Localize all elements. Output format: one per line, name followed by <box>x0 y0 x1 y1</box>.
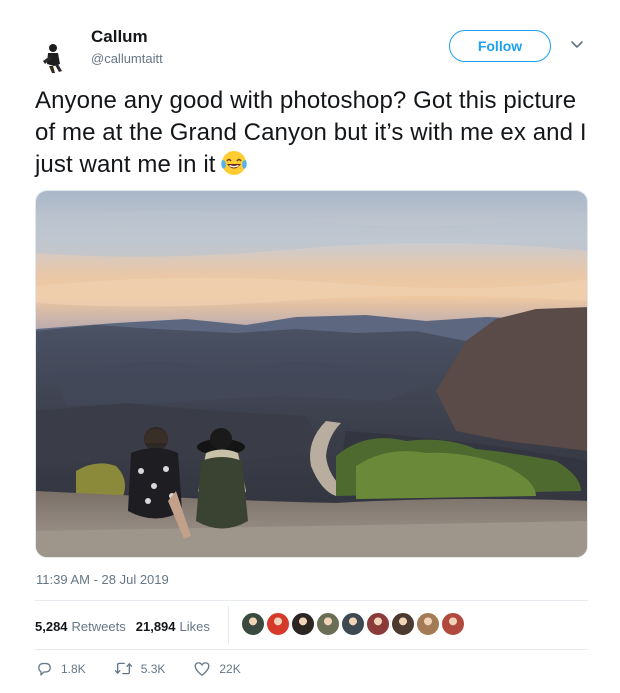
avatar-icon <box>40 42 68 74</box>
avatar[interactable] <box>40 42 68 74</box>
tweet-actions: 1.8K 5.3K 22K <box>36 660 269 677</box>
liker-avatar[interactable] <box>340 611 366 637</box>
tweet-photo[interactable] <box>35 190 588 558</box>
liker-avatar[interactable] <box>240 611 266 637</box>
liker-avatar[interactable] <box>440 611 466 637</box>
liker-avatar[interactable] <box>390 611 416 637</box>
user-handle[interactable]: @callumtaitt <box>91 51 163 66</box>
reply-button[interactable]: 1.8K <box>36 660 86 677</box>
tweet-text: Anyone any good with photoshop? Got this… <box>35 85 595 181</box>
retweet-icon <box>114 662 132 675</box>
chevron-down-icon[interactable] <box>569 38 585 52</box>
tweet-stats: 5,284 Retweets 21,894 Likes <box>35 608 210 644</box>
display-name[interactable]: Callum <box>91 27 148 47</box>
likes-stat[interactable]: 21,894 Likes <box>136 619 210 634</box>
reply-count: 1.8K <box>61 661 86 676</box>
liker-avatar[interactable] <box>290 611 316 637</box>
retweet-count: 5.3K <box>140 661 166 676</box>
divider <box>35 649 588 650</box>
likes-count: 21,894 <box>135 618 176 634</box>
retweets-count: 5,284 <box>35 618 68 634</box>
grand-canyon-photo <box>36 191 587 557</box>
liker-avatar[interactable] <box>415 611 441 637</box>
retweets-stat[interactable]: 5,284 Retweets <box>35 619 126 634</box>
liker-avatar[interactable] <box>315 611 341 637</box>
tweet-body: Anyone any good with photoshop? Got this… <box>35 87 587 178</box>
liker-avatar[interactable] <box>365 611 391 637</box>
tears-of-joy-emoji-icon <box>220 149 248 177</box>
stats-separator <box>228 606 229 644</box>
liker-avatars <box>240 611 466 637</box>
likes-label: Likes <box>179 618 210 634</box>
tweet-timestamp[interactable]: 11:39 AM - 28 Jul 2019 <box>36 572 169 587</box>
retweet-button[interactable]: 5.3K <box>114 660 166 677</box>
like-button[interactable]: 22K <box>193 660 241 677</box>
retweets-label: Retweets <box>71 618 126 634</box>
follow-button[interactable]: Follow <box>449 30 551 62</box>
tweet-header: Callum @callumtaitt Follow <box>0 0 620 80</box>
reply-icon <box>38 662 51 676</box>
divider <box>35 600 588 601</box>
heart-icon <box>194 662 210 676</box>
liker-avatar[interactable] <box>265 611 291 637</box>
like-count: 22K <box>219 661 241 676</box>
